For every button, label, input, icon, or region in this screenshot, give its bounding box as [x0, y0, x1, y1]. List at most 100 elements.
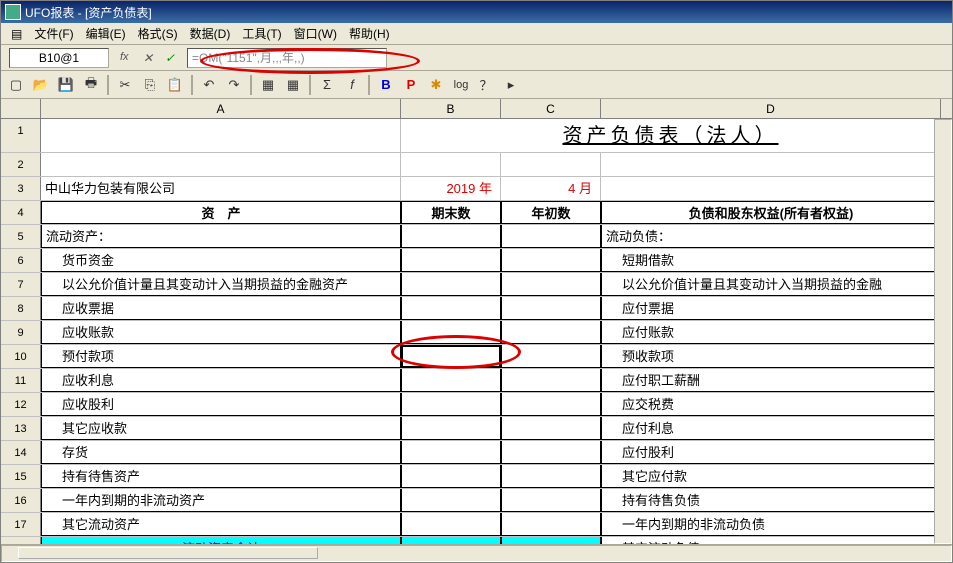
col-header-c[interactable]: C [501, 99, 601, 118]
formula-input[interactable]: =QM("1151",月,,,年,,) [187, 48, 387, 68]
help-icon[interactable]: ？ [475, 74, 497, 96]
col-header-d[interactable]: D [601, 99, 941, 118]
asset-cell[interactable]: 以公允价值计量且其变动计入当期损益的金融资产 [41, 273, 401, 296]
print-icon[interactable]: 🖶 [80, 74, 102, 96]
row-header[interactable]: 8 [1, 297, 41, 320]
end-cell[interactable] [401, 249, 501, 272]
copy-icon[interactable]: ⎘ [139, 74, 161, 96]
year-cell[interactable]: 2019 年 [401, 177, 501, 200]
start-cell[interactable] [501, 489, 601, 512]
table2-icon[interactable]: ▦ [282, 74, 304, 96]
open-icon[interactable]: 📂 [30, 74, 52, 96]
cell[interactable] [41, 153, 401, 176]
cell[interactable] [401, 537, 501, 544]
month-cell[interactable]: 4 月 [501, 177, 601, 200]
liab-cell[interactable]: 应交税费 [601, 393, 941, 416]
star-icon[interactable]: ✱ [425, 74, 447, 96]
liab-cell[interactable]: 应付职工薪酬 [601, 369, 941, 392]
start-cell[interactable] [501, 273, 601, 296]
liab-cell[interactable]: 其它应付款 [601, 465, 941, 488]
corner-cell[interactable] [1, 99, 41, 118]
asset-cell[interactable]: 应收利息 [41, 369, 401, 392]
row-header[interactable]: 16 [1, 489, 41, 512]
scroll-thumb[interactable] [18, 547, 318, 559]
start-cell[interactable] [501, 321, 601, 344]
liab-cell[interactable]: 持有待售负债 [601, 489, 941, 512]
start-cell[interactable] [501, 393, 601, 416]
col-header-b[interactable]: B [401, 99, 501, 118]
asset-cell[interactable]: 预付款项 [41, 345, 401, 368]
confirm-icon[interactable]: ✓ [161, 51, 179, 65]
header-assets[interactable]: 资 产 [41, 201, 401, 224]
start-cell[interactable] [501, 441, 601, 464]
liab-cell[interactable]: 应付票据 [601, 297, 941, 320]
row-header[interactable]: 5 [1, 225, 41, 248]
section-left[interactable]: 流动资产： [41, 225, 401, 248]
row-header[interactable]: 18 [1, 537, 41, 544]
cut-icon[interactable]: ✂ [114, 74, 136, 96]
row-header[interactable]: 13 [1, 417, 41, 440]
asset-cell[interactable]: 应收票据 [41, 297, 401, 320]
menu-format[interactable]: 格式(S) [132, 23, 184, 44]
row-header[interactable]: 12 [1, 393, 41, 416]
horizontal-scrollbar[interactable] [1, 545, 952, 562]
col-header-a[interactable]: A [41, 99, 401, 118]
row-header[interactable]: 1 [1, 119, 41, 152]
row-header[interactable]: 9 [1, 321, 41, 344]
menu-window[interactable]: 窗口(W) [288, 23, 343, 44]
start-cell[interactable] [501, 345, 601, 368]
menu-tools[interactable]: 工具(T) [236, 23, 287, 44]
cell[interactable] [501, 225, 601, 248]
end-cell[interactable] [401, 393, 501, 416]
grid-body[interactable]: 1 资产负债表（法人） 2 3 中山华力包装有限公司 2019 年 4 月 [1, 119, 952, 544]
liab-cell[interactable]: 短期借款 [601, 249, 941, 272]
log-icon[interactable]: log [450, 74, 472, 96]
asset-cell[interactable]: 存货 [41, 441, 401, 464]
section-right[interactable]: 流动负债： [601, 225, 941, 248]
end-cell[interactable] [401, 321, 501, 344]
end-cell[interactable] [401, 417, 501, 440]
liab-cell[interactable]: 应付股利 [601, 441, 941, 464]
cell[interactable] [601, 177, 941, 200]
start-cell[interactable] [501, 297, 601, 320]
total-assets[interactable]: 流动资产合计 [41, 537, 401, 544]
menu-edit[interactable]: 编辑(E) [80, 23, 132, 44]
liab-cell[interactable]: 一年内到期的非流动负债 [601, 513, 941, 536]
asset-cell[interactable]: 持有待售资产 [41, 465, 401, 488]
row-header[interactable]: 3 [1, 177, 41, 200]
row-header[interactable]: 4 [1, 201, 41, 224]
new-icon[interactable]: ▢ [5, 74, 27, 96]
p-icon[interactable]: P [400, 74, 422, 96]
asset-cell[interactable]: 应收股利 [41, 393, 401, 416]
row-header[interactable]: 15 [1, 465, 41, 488]
row-header[interactable]: 7 [1, 273, 41, 296]
cell[interactable] [401, 153, 501, 176]
row-header[interactable]: 6 [1, 249, 41, 272]
bold-icon[interactable]: B [375, 74, 397, 96]
liab-cell[interactable]: 应付账款 [601, 321, 941, 344]
asset-cell[interactable]: 一年内到期的非流动资产 [41, 489, 401, 512]
end-cell[interactable] [401, 273, 501, 296]
start-cell[interactable] [501, 249, 601, 272]
header-start[interactable]: 年初数 [501, 201, 601, 224]
paste-icon[interactable]: 📋 [164, 74, 186, 96]
asset-cell[interactable]: 应收账款 [41, 321, 401, 344]
vertical-scrollbar[interactable] [934, 119, 952, 544]
end-cell[interactable] [401, 369, 501, 392]
menu-file[interactable]: 文件(F) [28, 23, 79, 44]
row-header[interactable]: 11 [1, 369, 41, 392]
end-cell[interactable] [401, 441, 501, 464]
row-header[interactable]: 17 [1, 513, 41, 536]
cancel-icon[interactable]: ✕ [139, 51, 157, 65]
sheet-title[interactable]: 资产负债表（法人） [401, 119, 941, 152]
header-liab[interactable]: 负债和股东权益(所有者权益) [601, 201, 941, 224]
total-liab[interactable]: 其它流动负债 [601, 537, 941, 544]
fx2-icon[interactable]: f [341, 74, 363, 96]
menu-data[interactable]: 数据(D) [184, 23, 237, 44]
cell-reference[interactable]: B10@1 [9, 48, 109, 68]
menu-help[interactable]: 帮助(H) [343, 23, 396, 44]
liab-cell[interactable]: 应付利息 [601, 417, 941, 440]
liab-cell[interactable]: 预收款项 [601, 345, 941, 368]
cell[interactable] [501, 153, 601, 176]
asset-cell[interactable]: 其它应收款 [41, 417, 401, 440]
